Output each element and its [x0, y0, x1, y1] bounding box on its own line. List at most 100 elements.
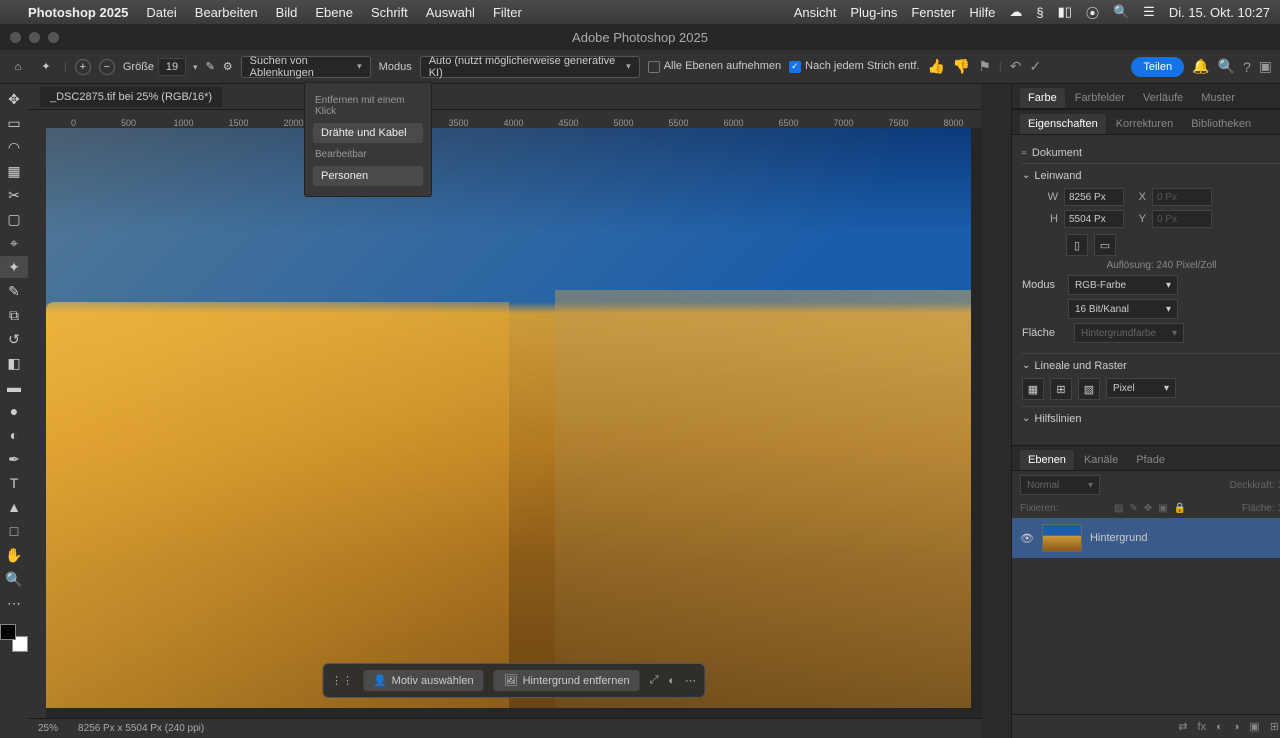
- tab-paths[interactable]: Pfade: [1128, 450, 1173, 470]
- eraser-tool[interactable]: ◧: [0, 352, 28, 374]
- lock-transparent-icon[interactable]: ▨: [1114, 503, 1123, 514]
- lasso-tool[interactable]: ◠: [0, 136, 28, 158]
- group-icon[interactable]: ▣: [1249, 720, 1259, 733]
- dodge-tool[interactable]: ◐: [0, 424, 28, 446]
- spotlight-icon[interactable]: 🔍: [1113, 4, 1129, 20]
- vertical-ruler[interactable]: [28, 128, 46, 718]
- document-tab[interactable]: _DSC2875.tif bei 25% (RGB/16*): [40, 87, 222, 107]
- new-layer-icon[interactable]: ⊞: [1270, 720, 1279, 733]
- blend-mode-dropdown[interactable]: Normal▾: [1020, 475, 1100, 495]
- gear-icon[interactable]: ⚙: [223, 60, 233, 73]
- minimize-window-button[interactable]: [29, 32, 40, 43]
- orientation-portrait-icon[interactable]: ▯: [1066, 234, 1088, 256]
- close-window-button[interactable]: [10, 32, 21, 43]
- tab-color[interactable]: Farbe: [1020, 88, 1065, 108]
- y-input[interactable]: [1152, 210, 1212, 228]
- collapsed-panels-strip[interactable]: [981, 84, 1011, 738]
- tab-gradients[interactable]: Verläufe: [1135, 88, 1191, 108]
- tab-swatches[interactable]: Farbfelder: [1067, 88, 1133, 108]
- history-brush-tool[interactable]: ↺: [0, 328, 28, 350]
- subtract-mode-icon[interactable]: −: [99, 59, 115, 75]
- layer-thumbnail[interactable]: [1042, 524, 1082, 552]
- remove-tool[interactable]: ✦: [0, 256, 28, 278]
- commit-icon[interactable]: ✓: [1030, 58, 1042, 75]
- zoom-tool[interactable]: 🔍: [0, 568, 28, 590]
- workspace-icon[interactable]: ▣: [1259, 58, 1272, 75]
- help-icon[interactable]: ?: [1243, 59, 1251, 75]
- after-stroke-checkbox[interactable]: Nach jedem Strich entf.: [789, 60, 919, 72]
- object-select-tool[interactable]: ▦: [0, 160, 28, 182]
- home-icon[interactable]: ⌂: [8, 57, 28, 77]
- transform-icon[interactable]: ⤢: [650, 674, 659, 687]
- menu-plugins[interactable]: Plug-ins: [850, 5, 897, 20]
- menu-select[interactable]: Auswahl: [426, 5, 475, 20]
- thumbs-up-icon[interactable]: 👍: [927, 58, 944, 75]
- search-icon[interactable]: 🔍: [1218, 58, 1235, 75]
- lock-pixels-icon[interactable]: ✎: [1129, 503, 1137, 514]
- hand-tool[interactable]: ✋: [0, 544, 28, 566]
- adjustment-layer-icon[interactable]: ◑: [1233, 721, 1240, 733]
- foreground-background-swatches[interactable]: [0, 624, 28, 652]
- size-dropdown-icon[interactable]: [190, 61, 198, 73]
- layer-row[interactable]: 👁 Hintergrund 🔒: [1012, 518, 1280, 558]
- colormode-dropdown[interactable]: RGB-Farbe▾: [1068, 275, 1178, 295]
- width-input[interactable]: [1064, 188, 1124, 206]
- status-icon[interactable]: §: [1036, 5, 1043, 20]
- lock-all-icon[interactable]: 🔒: [1174, 503, 1186, 514]
- all-layers-checkbox[interactable]: Alle Ebenen aufnehmen: [648, 60, 781, 72]
- flag-icon[interactable]: ⚑: [978, 58, 991, 75]
- menu-help[interactable]: Hilfe: [969, 5, 995, 20]
- grip-icon[interactable]: ⋮⋮: [331, 674, 353, 687]
- path-select-tool[interactable]: ▲: [0, 496, 28, 518]
- menu-file[interactable]: Datei: [146, 5, 176, 20]
- shape-tool[interactable]: □: [0, 520, 28, 542]
- cc-icon[interactable]: ☁: [1009, 4, 1022, 20]
- menu-filter[interactable]: Filter: [493, 5, 522, 20]
- guides-toggle-icon[interactable]: ▧: [1078, 378, 1100, 400]
- tab-channels[interactable]: Kanäle: [1076, 450, 1126, 470]
- menu-view[interactable]: Ansicht: [794, 5, 837, 20]
- distractions-dropdown[interactable]: Suchen von Ablenkungen: [241, 56, 371, 78]
- mode-dropdown[interactable]: Auto (nutzt möglicherweise generative KI…: [420, 56, 640, 78]
- zoom-level[interactable]: 25%: [38, 723, 58, 734]
- type-tool[interactable]: T: [0, 472, 28, 494]
- bell-icon[interactable]: 🔔: [1192, 58, 1209, 75]
- app-name[interactable]: Photoshop 2025: [28, 5, 128, 20]
- rulers-section-title[interactable]: Lineale und Raster: [1022, 360, 1280, 372]
- brush-tool[interactable]: ✎: [0, 280, 28, 302]
- zoom-window-button[interactable]: [48, 32, 59, 43]
- menu-type[interactable]: Schrift: [371, 5, 408, 20]
- control-center-icon[interactable]: ☰: [1143, 4, 1155, 20]
- link-layers-icon[interactable]: ⇄: [1178, 720, 1187, 733]
- units-dropdown[interactable]: Pixel▾: [1106, 378, 1176, 398]
- layer-name[interactable]: Hintergrund: [1090, 532, 1147, 544]
- more-icon[interactable]: ⋯: [685, 674, 696, 687]
- lock-artboard-icon[interactable]: ▣: [1158, 503, 1167, 514]
- fx-icon[interactable]: fx: [1198, 721, 1207, 733]
- clone-stamp-tool[interactable]: ⧉: [0, 304, 28, 326]
- document-dimensions[interactable]: 8256 Px x 5504 Px (240 ppi): [78, 723, 204, 734]
- orientation-landscape-icon[interactable]: ▭: [1094, 234, 1116, 256]
- fill-dropdown[interactable]: Hintergrundfarbe▾: [1074, 323, 1184, 343]
- tab-properties[interactable]: Eigenschaften: [1020, 114, 1106, 134]
- grid-toggle-icon[interactable]: ⊞: [1050, 378, 1072, 400]
- eyedropper-tool[interactable]: ⌖: [0, 232, 28, 254]
- edit-toolbar[interactable]: ⋯: [0, 592, 28, 614]
- thumbs-down-icon[interactable]: 👎: [953, 58, 970, 75]
- tab-layers[interactable]: Ebenen: [1020, 450, 1074, 470]
- tab-adjustments[interactable]: Korrekturen: [1108, 114, 1181, 134]
- brush-settings-icon[interactable]: ✎: [206, 60, 215, 73]
- gradient-tool[interactable]: ▬: [0, 376, 28, 398]
- canvas-section-title[interactable]: Leinwand: [1022, 170, 1280, 182]
- popup-item-people[interactable]: Personen: [313, 166, 423, 186]
- add-mode-icon[interactable]: +: [75, 59, 91, 75]
- x-input[interactable]: [1152, 188, 1212, 206]
- adjustments-icon[interactable]: ◐: [668, 675, 675, 687]
- tab-libraries[interactable]: Bibliotheken: [1183, 114, 1259, 134]
- mask-icon[interactable]: ◐: [1216, 721, 1223, 733]
- height-input[interactable]: [1064, 210, 1124, 228]
- ruler-toggle-icon[interactable]: ▦: [1022, 378, 1044, 400]
- marquee-tool[interactable]: ▭: [0, 112, 28, 134]
- select-subject-button[interactable]: 👤Motiv auswählen: [363, 670, 484, 691]
- current-tool-icon[interactable]: ✦: [36, 57, 56, 77]
